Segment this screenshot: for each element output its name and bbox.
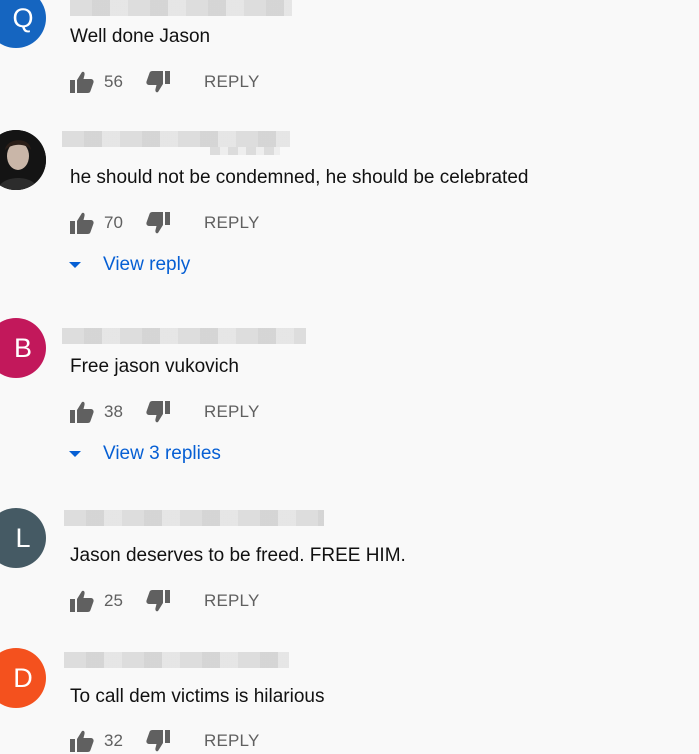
caret-down-icon [69, 262, 81, 268]
thumbs-down-icon[interactable] [146, 401, 170, 423]
like-count: 38 [104, 402, 123, 421]
avatar[interactable] [0, 130, 46, 190]
author-name-blurred[interactable] [70, 0, 292, 16]
author-name-blurred[interactable] [64, 510, 324, 526]
avatar-photo [0, 130, 46, 190]
thumbs-up-icon[interactable] [70, 401, 94, 423]
reply-button[interactable]: REPLY [204, 591, 260, 611]
author-name-blurred[interactable] [62, 328, 306, 344]
reply-button[interactable]: REPLY [204, 72, 260, 92]
comment-text: Free jason vukovich [70, 356, 239, 377]
comment-actions: 25 REPLY [70, 588, 260, 614]
avatar-letter: B [13, 332, 32, 363]
avatar[interactable]: D [0, 648, 46, 708]
thumbs-up-icon[interactable] [70, 730, 94, 752]
thumbs-down-icon[interactable] [146, 730, 170, 752]
avatar[interactable]: Q [0, 0, 46, 48]
comment-text: he should not be condemned, he should be… [70, 167, 529, 188]
comment-text: Jason deserves to be freed. FREE HIM. [70, 545, 406, 566]
reply-button[interactable]: REPLY [204, 213, 260, 233]
author-name-blurred[interactable] [64, 652, 289, 668]
avatar-letter: Q [12, 2, 34, 33]
reply-button[interactable]: REPLY [204, 402, 260, 422]
avatar[interactable]: L [0, 508, 46, 568]
view-replies-label: View reply [103, 254, 191, 275]
author-name-blurred[interactable] [62, 131, 290, 147]
like-count: 56 [104, 72, 123, 91]
comment-actions: 32 REPLY [70, 728, 260, 754]
comment-text: To call dem victims is hilarious [70, 686, 325, 707]
view-replies-toggle[interactable]: View 3 replies [68, 443, 221, 465]
view-replies-label: View 3 replies [103, 443, 221, 464]
thumbs-up-icon[interactable] [70, 212, 94, 234]
reply-button[interactable]: REPLY [204, 731, 260, 751]
thumbs-up-icon[interactable] [70, 590, 94, 612]
view-replies-toggle[interactable]: View reply [68, 254, 190, 276]
caret-down-icon [69, 451, 81, 457]
like-count: 70 [104, 213, 123, 232]
like-count: 25 [104, 591, 123, 610]
comment-actions: 56 REPLY [70, 69, 260, 95]
comment-actions: 38 REPLY [70, 399, 260, 425]
thumbs-down-icon[interactable] [146, 71, 170, 93]
author-subtext-blurred [210, 147, 280, 155]
like-count: 32 [104, 731, 123, 750]
thumbs-up-icon[interactable] [70, 71, 94, 93]
comment-actions: 70 REPLY [70, 210, 260, 236]
thumbs-down-icon[interactable] [146, 212, 170, 234]
avatar-letter: L [15, 522, 31, 553]
comment-text: Well done Jason [70, 26, 211, 47]
avatar[interactable]: B [0, 318, 46, 378]
thumbs-down-icon[interactable] [146, 590, 170, 612]
avatar-letter: D [13, 662, 33, 693]
